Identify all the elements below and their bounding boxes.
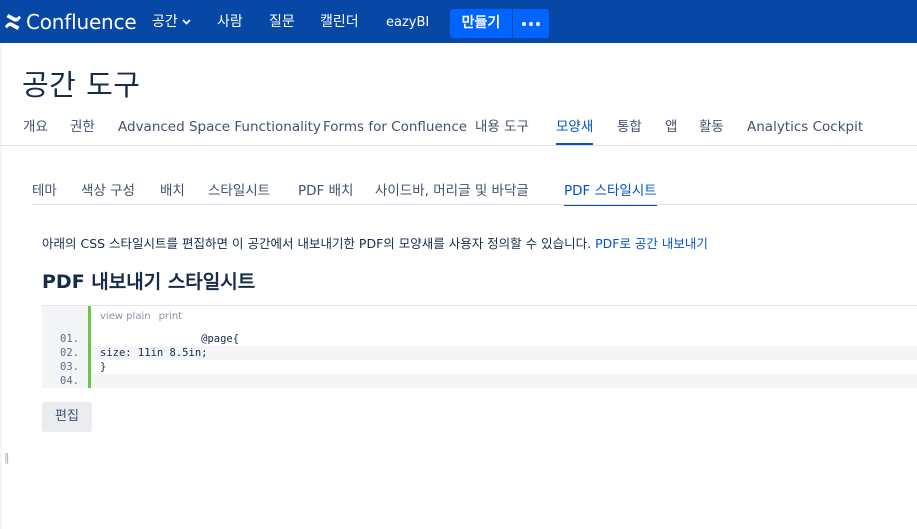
primary-tabs-divider (0, 145, 917, 146)
code-line: 01. @page{ (42, 332, 917, 346)
code-text: } (100, 361, 107, 373)
nav-spaces-label: 공간 (152, 14, 178, 30)
confluence-logo-icon (5, 14, 21, 30)
line-number: 04. (60, 375, 79, 387)
tab-apps[interactable]: 앱 (665, 117, 677, 137)
export-space-pdf-link[interactable]: PDF로 공간 내보내기 (595, 236, 708, 251)
tab-forms-for-confluence[interactable]: Forms for Confluence (323, 117, 467, 137)
subtab-stylesheet[interactable]: 스타일시트 (208, 181, 270, 201)
code-line-bg (91, 374, 917, 388)
confluence-logo[interactable]: Confluence (4, 9, 137, 35)
chevron-down-icon (182, 19, 191, 25)
subtab-pdf-layout[interactable]: PDF 배치 (298, 181, 353, 201)
tab-overview[interactable]: 개요 (23, 117, 48, 137)
code-toolbar: view plain print (100, 311, 190, 322)
line-number: 02. (60, 347, 79, 359)
page-title: 공간 도구 (22, 68, 141, 102)
tab-analytics-cockpit[interactable]: Analytics Cockpit (747, 117, 863, 137)
tab-content-tools[interactable]: 내용 도구 (475, 117, 529, 137)
nav-eazybi[interactable]: eazyBI (386, 14, 429, 32)
nav-spaces[interactable]: 공간 (152, 13, 191, 31)
secondary-tabs-divider (32, 204, 917, 205)
print-link[interactable]: print (159, 311, 183, 322)
subtab-color-scheme[interactable]: 색상 구성 (81, 181, 135, 201)
ellipsis-dot (536, 21, 540, 26)
ellipsis-dot (529, 21, 533, 26)
view-plain-link[interactable]: view plain (100, 311, 151, 322)
sidebar-resize-handle[interactable]: ‖ (4, 452, 10, 463)
tab-look-and-feel[interactable]: 모양새 (556, 117, 594, 145)
code-text: @page{ (100, 333, 240, 345)
more-button[interactable] (513, 9, 549, 38)
subtab-layout[interactable]: 배치 (160, 181, 185, 201)
subtab-themes[interactable]: 테마 (32, 181, 57, 201)
code-line: 03. } (42, 360, 917, 374)
code-block: view plain print 01. @page{ 02. size: 11i… (42, 305, 917, 388)
line-number: 01. (60, 333, 79, 345)
tab-permissions[interactable]: 권한 (70, 117, 95, 137)
nav-people[interactable]: 사람 (217, 13, 243, 31)
code-text: size: 11in 8.5in; (100, 347, 208, 359)
subtab-pdf-stylesheet[interactable]: PDF 스타일시트 (564, 181, 657, 206)
description-body: 아래의 CSS 스타일시트를 편집하면 이 공간에서 내보내기한 PDF의 모양… (42, 236, 596, 251)
tab-integrations[interactable]: 통합 (617, 117, 642, 137)
code-line: 04. (42, 374, 917, 388)
description-text: 아래의 CSS 스타일시트를 편집하면 이 공간에서 내보내기한 PDF의 모양… (42, 235, 708, 253)
ellipsis-icon (522, 21, 526, 26)
subtab-sidebar-header-footer[interactable]: 사이드바, 머리글 및 바닥글 (375, 181, 529, 201)
code-line-bg (91, 346, 917, 360)
create-button[interactable]: 만들기 (450, 9, 512, 38)
brand-name: Confluence (26, 10, 137, 34)
sidebar-collapsed-edge (0, 43, 2, 529)
tab-activity[interactable]: 활동 (699, 117, 724, 137)
top-navigation-bar: Confluence 공간 사람 질문 캘린더 eazyBI 만들기 (0, 0, 917, 43)
tab-advanced-space-functionality[interactable]: Advanced Space Functionality (118, 117, 321, 137)
line-number: 03. (60, 361, 79, 373)
nav-calendars[interactable]: 캘린더 (320, 13, 359, 31)
nav-questions[interactable]: 질문 (269, 13, 295, 31)
edit-button[interactable]: 편집 (42, 402, 92, 432)
code-line: 02. size: 11in 8.5in; (42, 346, 917, 360)
section-title: PDF 내보내기 스타일시트 (42, 271, 256, 293)
